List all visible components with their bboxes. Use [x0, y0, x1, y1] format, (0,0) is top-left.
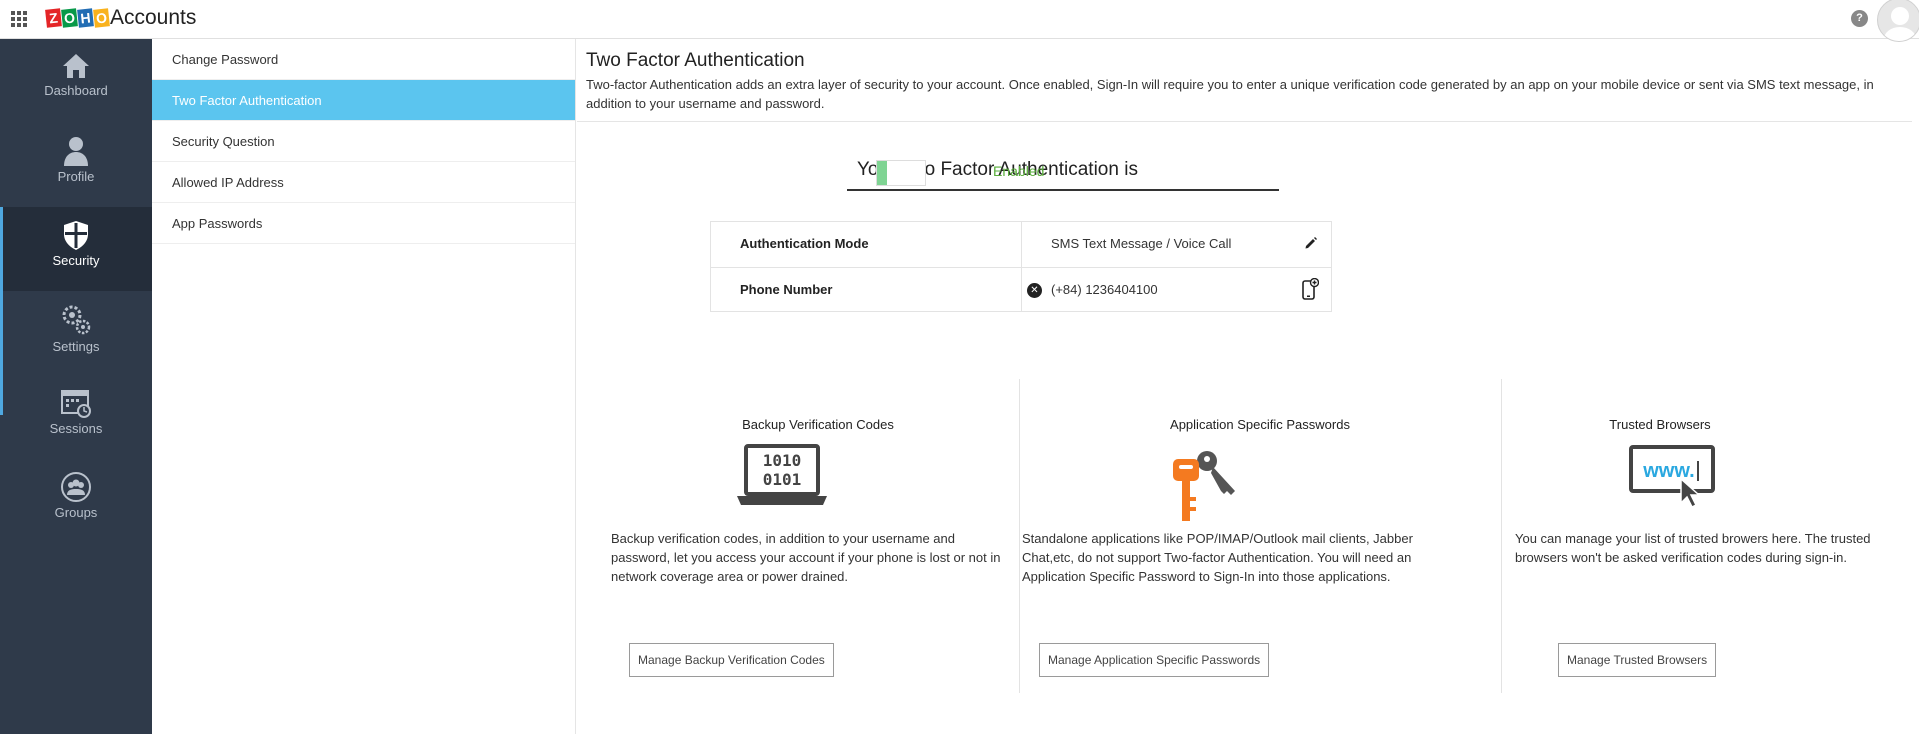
submenu-item-change-password[interactable]: Change Password [152, 39, 575, 80]
phone-number-value: (+84) 1236404100 [1051, 282, 1158, 297]
app-title: Accounts [110, 6, 197, 29]
page-title: Two Factor Authentication [586, 50, 805, 71]
feature-description: You can manage your list of trusted brow… [1515, 531, 1871, 565]
tfa-status-value: Enabled [993, 163, 1045, 179]
nav-label: Groups [54, 505, 98, 520]
gears-icon [62, 305, 91, 335]
nav-item-groups[interactable]: Groups [0, 459, 152, 543]
zoho-logo[interactable]: Z O H O [45, 7, 110, 29]
auth-mode-label: Authentication Mode [740, 236, 869, 251]
manage-app-passwords-button[interactable]: Manage Application Specific Passwords [1039, 643, 1270, 677]
remove-phone-icon[interactable]: ✕ [1027, 283, 1042, 298]
left-nav: Dashboard Profile Security Settings Sess… [0, 39, 152, 734]
nav-item-security[interactable]: Security [0, 207, 152, 291]
feature-app-passwords: Application Specific Passwords Standalon… [1019, 379, 1501, 693]
manage-backup-codes-button[interactable]: Manage Backup Verification Codes [629, 643, 834, 677]
help-icon[interactable]: ? [1851, 10, 1868, 27]
security-submenu: Change Password Two Factor Authenticatio… [152, 39, 576, 734]
nav-label: Dashboard [44, 83, 108, 98]
avatar[interactable] [1877, 0, 1919, 42]
calendar-clock-icon [61, 390, 91, 418]
page-description: Two-factor Authentication adds an extra … [586, 77, 1874, 111]
home-icon [63, 54, 89, 78]
logo-letter: O [61, 8, 78, 28]
keys-icon [1173, 451, 1235, 521]
logo-letter: Z [45, 8, 62, 28]
svg-text:0101: 0101 [763, 470, 802, 489]
submenu-item-two-factor-authentication[interactable]: Two Factor Authentication [152, 80, 575, 121]
nav-item-sessions[interactable]: Sessions [0, 375, 152, 459]
feature-title: Trusted Browsers [1609, 417, 1711, 432]
feature-title: Application Specific Passwords [1170, 417, 1350, 432]
browser-www-icon: www. [1629, 445, 1715, 509]
svg-text:1010: 1010 [763, 451, 802, 470]
nav-item-profile[interactable]: Profile [0, 123, 152, 207]
feature-title: Backup Verification Codes [742, 417, 894, 432]
auth-mode-value: SMS Text Message / Voice Call [1051, 236, 1232, 251]
phone-number-label: Phone Number [740, 282, 833, 297]
nav-item-settings[interactable]: Settings [0, 291, 152, 375]
edit-icon[interactable] [1304, 236, 1318, 250]
main-content: Two Factor Authentication Two-factor Aut… [577, 39, 1919, 734]
feature-trusted-browsers: Trusted Browsers www. You can manage you… [1501, 379, 1919, 693]
phone-number-row: Phone Number ✕ (+84) 1236404100 [711, 267, 1331, 312]
nav-label: Settings [52, 339, 100, 354]
feature-description: Backup verification codes, in addition t… [611, 531, 1001, 584]
apps-grid-icon[interactable] [11, 11, 27, 27]
tfa-toggle[interactable] [876, 160, 926, 186]
svg-text:www.: www. [1642, 460, 1694, 482]
top-bar: Z O H O Accounts ? [0, 0, 1919, 42]
submenu-item-app-passwords[interactable]: App Passwords [152, 203, 575, 244]
nav-item-dashboard[interactable]: Dashboard [0, 39, 152, 123]
shield-icon [64, 221, 88, 250]
toggle-knob [877, 161, 887, 185]
logo-letter: O [93, 8, 110, 28]
person-icon [64, 137, 88, 166]
auth-mode-row: Authentication Mode SMS Text Message / V… [711, 222, 1331, 267]
nav-label: Profile [57, 169, 95, 184]
group-icon [61, 472, 91, 502]
feature-description: Standalone applications like POP/IMAP/Ou… [1022, 531, 1413, 584]
add-phone-icon[interactable] [1301, 278, 1319, 300]
divider [577, 121, 1912, 122]
auth-details-table: Authentication Mode SMS Text Message / V… [710, 221, 1332, 312]
nav-label: Sessions [49, 421, 103, 436]
nav-label: Security [52, 253, 100, 268]
feature-backup-codes: Backup Verification Codes 1010 0101 Back… [577, 379, 1019, 693]
submenu-item-allowed-ip-address[interactable]: Allowed IP Address [152, 162, 575, 203]
submenu-item-security-question[interactable]: Security Question [152, 121, 575, 162]
laptop-binary-icon: 1010 0101 [737, 444, 827, 505]
logo-letter: H [77, 8, 94, 28]
manage-trusted-browsers-button[interactable]: Manage Trusted Browsers [1558, 643, 1717, 677]
